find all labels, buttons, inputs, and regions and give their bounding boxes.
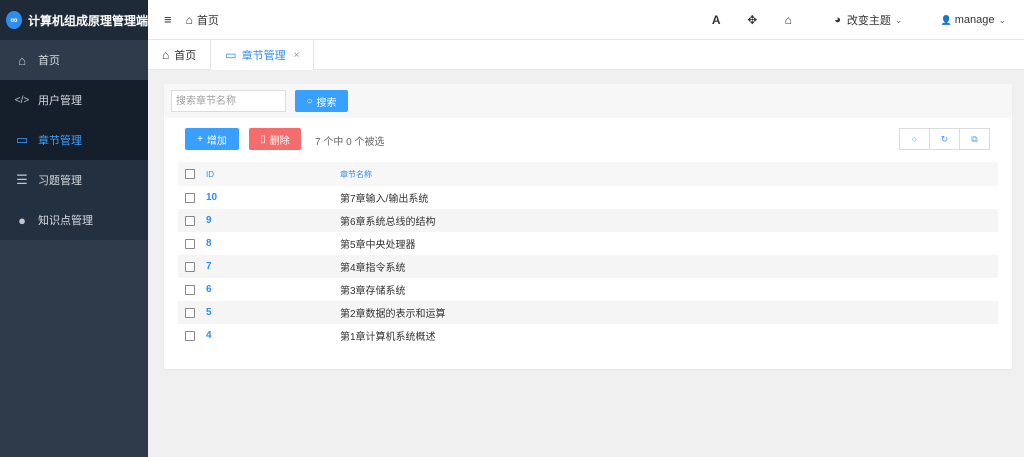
column-header-name[interactable]: 章节名称 [340, 169, 998, 180]
row-id[interactable]: 10 [206, 192, 340, 203]
row-id[interactable]: 6 [206, 284, 340, 295]
row-name: 第7章输入/输出系统 [340, 194, 429, 205]
row-checkbox[interactable] [185, 215, 195, 226]
table-tools: ○ ↻ ⧉ [899, 128, 990, 150]
row-name: 第4章指令系统 [340, 263, 406, 274]
search-button[interactable]: ○ 搜索 [295, 90, 348, 112]
user-icon: 👤 [940, 14, 952, 25]
selection-info: 7 个中 0 个被选 [315, 137, 385, 148]
user-label: manage [954, 14, 995, 26]
row-name: 第1章计算机系统概述 [340, 332, 436, 343]
row-id[interactable]: 9 [206, 215, 340, 226]
home-icon: ⌂ [185, 12, 193, 27]
list-icon: ☰ [16, 172, 28, 187]
theme-switcher[interactable]: ◕ 改变主题 ⌄ [834, 12, 902, 28]
search-input[interactable] [171, 90, 286, 112]
palette-icon: ◕ [834, 14, 841, 26]
home-icon: ⌂ [162, 48, 170, 62]
row-name: 第5章中央处理器 [340, 240, 416, 251]
user-menu[interactable]: 👤 manage ⌄ [940, 14, 1006, 26]
top-header: ≡ ⌂ 首页 A ✥ ⌂ ◕ 改变主题 ⌄ 👤 manage ⌄ [148, 0, 1024, 40]
sidebar-item-home[interactable]: ⌂ 首页 [0, 40, 148, 80]
sidebar-item-users[interactable]: </> 用户管理 [0, 80, 148, 120]
row-id[interactable]: 5 [206, 307, 340, 318]
row-checkbox[interactable] [185, 284, 195, 295]
table-row[interactable]: 5 第2章数据的表示和运算 [178, 301, 998, 324]
row-id[interactable]: 8 [206, 238, 340, 249]
menu-toggle-icon[interactable]: ≡ [164, 12, 172, 27]
select-all-checkbox[interactable] [185, 169, 195, 179]
table-row[interactable]: 7 第4章指令系统 [178, 255, 998, 278]
export-icon[interactable]: ⧉ [959, 128, 990, 150]
sidebar-item-exercises[interactable]: ☰ 习题管理 [0, 160, 148, 200]
sidebar-item-label: 知识点管理 [38, 215, 93, 227]
row-name: 第6章系统总线的结构 [340, 217, 436, 228]
font-size-icon[interactable]: A [698, 13, 734, 27]
search-icon: ○ [306, 95, 313, 107]
row-checkbox[interactable] [185, 261, 195, 272]
sidebar-item-label: 章节管理 [38, 135, 82, 147]
chapter-table: ID 章节名称 10 第7章输入/输出系统 9 第6章系统总线的结构 8 第5章… [178, 162, 998, 347]
search-bar: ○ 搜索 [164, 84, 1012, 118]
row-checkbox[interactable] [185, 238, 195, 249]
breadcrumb-label[interactable]: 首页 [197, 12, 219, 28]
logo-icon: ∞ [6, 11, 22, 29]
refresh-icon[interactable]: ↻ [929, 128, 960, 150]
search-button-label: 搜索 [316, 97, 337, 109]
sidebar-item-label: 习题管理 [38, 175, 82, 187]
delete-button[interactable]: ▯ 删除 [249, 128, 301, 150]
row-checkbox[interactable] [185, 192, 195, 203]
table-row[interactable]: 10 第7章输入/输出系统 [178, 186, 998, 209]
sidebar-item-label: 首页 [38, 55, 60, 67]
delete-button-label: 删除 [269, 135, 290, 147]
column-header-id[interactable]: ID [206, 170, 340, 179]
theme-label: 改变主题 [846, 15, 891, 27]
search-toggle-icon[interactable]: ○ [899, 128, 930, 150]
home-icon[interactable]: ⌂ [770, 13, 806, 27]
header-actions: A ✥ ⌂ ◕ 改变主题 ⌄ 👤 manage ⌄ [698, 0, 1024, 40]
brand: ∞ 计算机组成原理管理端 [0, 0, 148, 40]
table-row[interactable]: 6 第3章存储系统 [178, 278, 998, 301]
content-card: ○ 搜索 + 增加 ▯ 删除 7 个中 0 个被选 ○ ↻ ⧉ ID 章节名称 … [164, 84, 1012, 369]
sidebar-item-label: 用户管理 [38, 95, 82, 107]
table-row[interactable]: 9 第6章系统总线的结构 [178, 209, 998, 232]
chevron-down-icon: ⌄ [998, 14, 1006, 25]
sidebar: ∞ 计算机组成原理管理端 ⌂ 首页 </> 用户管理 ▭ 章节管理 ☰ 习题管理… [0, 0, 148, 457]
sidebar-item-knowledge[interactable]: ● 知识点管理 [0, 200, 148, 240]
row-id[interactable]: 7 [206, 261, 340, 272]
row-id[interactable]: 4 [206, 330, 340, 341]
close-icon[interactable]: × [294, 50, 300, 61]
monitor-icon: ▭ [225, 48, 237, 62]
add-button-label: 增加 [206, 135, 227, 147]
row-name: 第3章存储系统 [340, 286, 406, 297]
tab-bar: ⌂ 首页 ▭ 章节管理 × [148, 40, 1024, 70]
tab-home[interactable]: ⌂ 首页 [148, 40, 212, 70]
table-header: ID 章节名称 [178, 162, 998, 186]
tab-chapters[interactable]: ▭ 章节管理 × [211, 40, 315, 70]
row-checkbox[interactable] [185, 307, 195, 318]
code-icon: </> [14, 94, 30, 106]
chevron-down-icon: ⌄ [894, 14, 903, 25]
brand-title: 计算机组成原理管理端 [27, 13, 148, 28]
breadcrumb: ⌂ 首页 [186, 12, 219, 28]
circle-icon: ● [18, 212, 26, 228]
row-name: 第2章数据的表示和运算 [340, 309, 446, 320]
monitor-icon: ▭ [15, 132, 29, 147]
plus-icon: + [197, 133, 203, 145]
sidebar-item-chapters[interactable]: ▭ 章节管理 [0, 120, 148, 160]
tab-label: 首页 [174, 50, 197, 62]
table-row[interactable]: 8 第5章中央处理器 [178, 232, 998, 255]
add-button[interactable]: + 增加 [185, 128, 239, 150]
fullscreen-icon[interactable]: ✥ [734, 13, 770, 27]
row-checkbox[interactable] [185, 330, 195, 341]
table-row[interactable]: 4 第1章计算机系统概述 [178, 324, 998, 347]
home-icon: ⌂ [18, 52, 26, 68]
tab-label: 章节管理 [241, 50, 286, 62]
trash-icon: ▯ [260, 133, 266, 145]
